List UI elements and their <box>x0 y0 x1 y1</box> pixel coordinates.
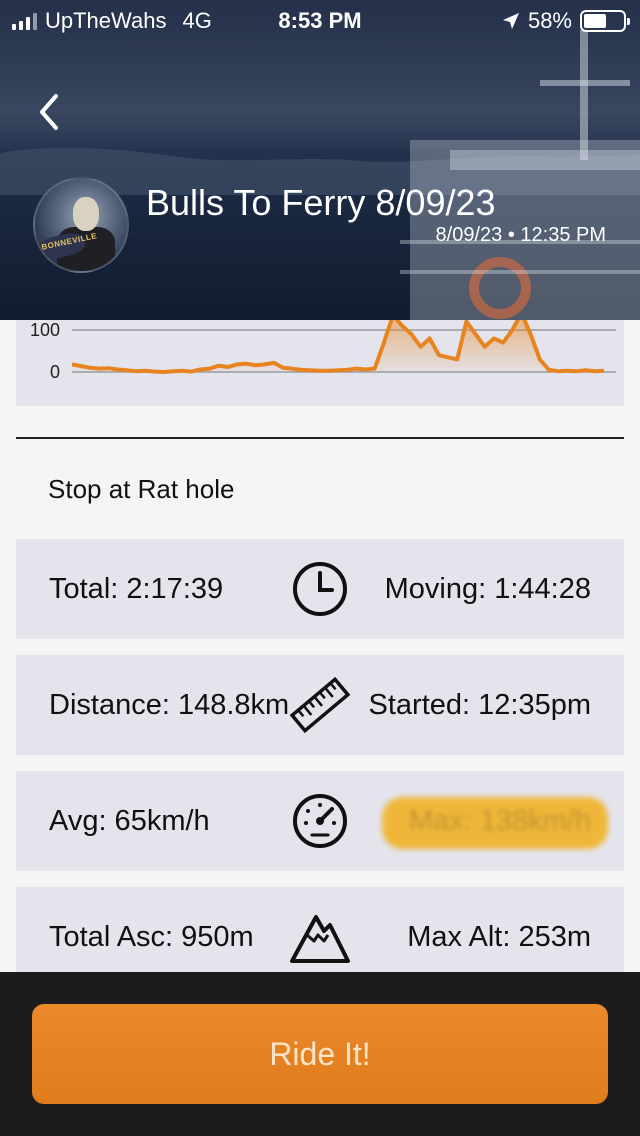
network-type: 4G <box>182 8 212 33</box>
avatar: BONNEVILLE <box>33 177 129 273</box>
speed-area <box>72 320 604 372</box>
total-ascent: Total Asc: 950m <box>49 921 254 953</box>
battery-icon <box>580 10 630 32</box>
background-ship <box>400 30 640 320</box>
status-bar: UpTheWahs 4G 8:53 PM 58% <box>0 0 640 42</box>
speed-stats-card: Avg: 65km/h Max: 138km/h <box>16 771 624 871</box>
average-speed: Avg: 65km/h <box>49 805 210 837</box>
battery-percent: 58% <box>527 8 572 33</box>
total-time: Total: 2:17:39 <box>49 573 224 605</box>
speedometer-icon <box>293 794 347 848</box>
y-tick-label: 100 <box>30 320 60 340</box>
ride-datetime: 8/09/23 • 12:35 PM <box>435 224 606 246</box>
ruler-icon <box>289 676 351 734</box>
ride-it-button[interactable]: Ride It! <box>32 1004 608 1104</box>
carrier-name: UpTheWahs <box>45 8 167 33</box>
location-arrow-icon <box>502 13 519 29</box>
speed-chart: 100 0 <box>16 320 624 406</box>
distance-value: Distance: 148.8km <box>49 689 290 721</box>
start-time: Started: 12:35pm <box>368 689 591 721</box>
ride-header: UpTheWahs 4G 8:53 PM 58% BONNEVILLE Bull… <box>0 0 640 320</box>
speed-chart-svg: 100 0 <box>30 320 616 382</box>
max-speed: Max: 138km/h <box>408 805 591 837</box>
bottom-action-bar: Ride It! <box>0 972 640 1136</box>
clock-icon <box>293 562 347 616</box>
ride-note: Stop at Rat hole <box>48 474 235 504</box>
time-stats-card: Total: 2:17:39 Moving: 1:44:28 <box>16 539 624 639</box>
back-chevron-icon[interactable] <box>32 92 72 132</box>
y-tick-label: 0 <box>50 362 60 382</box>
mountain-icon <box>290 915 350 963</box>
status-time: 8:53 PM <box>278 8 362 33</box>
signal-icon <box>12 12 37 30</box>
ride-title: Bulls To Ferry 8/09/23 <box>146 182 496 223</box>
section-divider <box>16 437 624 439</box>
moving-time: Moving: 1:44:28 <box>384 573 591 605</box>
max-altitude: Max Alt: 253m <box>407 921 591 953</box>
distance-stats-card: Distance: 148.8km Started: 12:35pm <box>16 655 624 755</box>
